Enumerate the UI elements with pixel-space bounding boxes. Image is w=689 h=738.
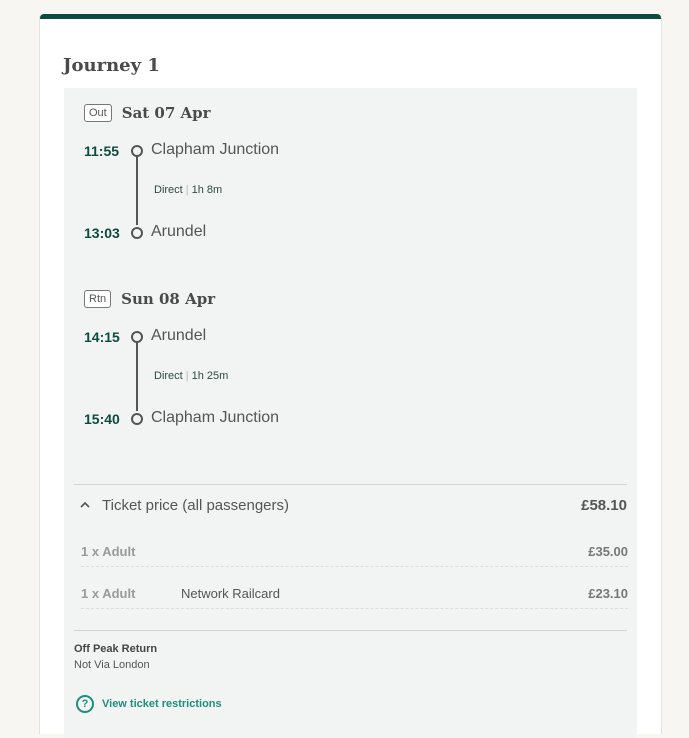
passenger-qty: 1 x Adult <box>81 544 136 559</box>
passenger-qty: 1 x Adult <box>81 586 136 601</box>
return-date: Sun 08 Apr <box>121 290 216 308</box>
return-route-line <box>136 341 138 411</box>
passenger-row: 1 x Adult £35.00 <box>81 538 628 567</box>
outbound-header: Out Sat 07 Apr <box>84 104 211 122</box>
chevron-up-icon <box>80 499 90 513</box>
outbound-depart-time: 11:55 <box>84 143 120 159</box>
return-header: Rtn Sun 08 Apr <box>84 290 215 308</box>
return-arrive-station: Clapham Junction <box>151 409 280 426</box>
ticket-type: Off Peak Return <box>74 643 158 655</box>
outbound-arrive-stop-icon <box>131 227 143 239</box>
passenger-amount: £35.00 <box>588 544 628 559</box>
return-arrive-time: 15:40 <box>84 411 120 427</box>
return-depart-station: Arundel <box>151 327 207 344</box>
view-ticket-restrictions-link[interactable]: ? View ticket restrictions <box>76 695 222 713</box>
question-circle-icon: ? <box>76 695 94 713</box>
return-journey-info: Direct | 1h 25m <box>154 370 228 382</box>
separator: | <box>185 184 189 196</box>
outbound-arrive-station: Arundel <box>151 223 207 240</box>
divider <box>74 630 627 631</box>
separator: | <box>185 370 189 382</box>
passenger-amount: £23.10 <box>588 586 628 601</box>
ticket-price-total: £58.10 <box>581 497 627 514</box>
ticket-price-toggle[interactable]: Ticket price (all passengers) £58.10 <box>80 497 627 519</box>
ticket-route: Not Via London <box>74 659 150 671</box>
divider <box>74 484 627 485</box>
journey-card: Journey 1 Out Sat 07 Apr 11:55 Clapham J… <box>39 14 662 738</box>
outbound-route-line <box>136 155 138 225</box>
outbound-depart-station: Clapham Junction <box>151 141 280 158</box>
outbound-arrive-time: 13:03 <box>84 225 120 241</box>
passenger-railcard: Network Railcard <box>181 586 280 601</box>
outbound-duration: 1h 8m <box>191 184 223 196</box>
return-arrive-stop-icon <box>131 413 143 425</box>
journey-details-panel: Out Sat 07 Apr 11:55 Clapham Junction Di… <box>64 88 637 738</box>
card-accent-bar <box>40 14 661 19</box>
outbound-journey-type: Direct <box>154 184 183 196</box>
return-depart-time: 14:15 <box>84 329 120 345</box>
ticket-price-label: Ticket price (all passengers) <box>102 497 290 514</box>
outbound-date: Sat 07 Apr <box>121 104 211 122</box>
outbound-badge: Out <box>84 104 112 122</box>
outbound-journey-info: Direct | 1h 8m <box>154 184 222 196</box>
return-journey-type: Direct <box>154 370 183 382</box>
return-duration: 1h 25m <box>191 370 229 382</box>
return-badge: Rtn <box>84 290 112 308</box>
journey-title: Journey 1 <box>63 55 160 76</box>
view-ticket-restrictions-label: View ticket restrictions <box>102 698 222 710</box>
passenger-row: 1 x Adult Network Railcard £23.10 <box>81 580 628 609</box>
